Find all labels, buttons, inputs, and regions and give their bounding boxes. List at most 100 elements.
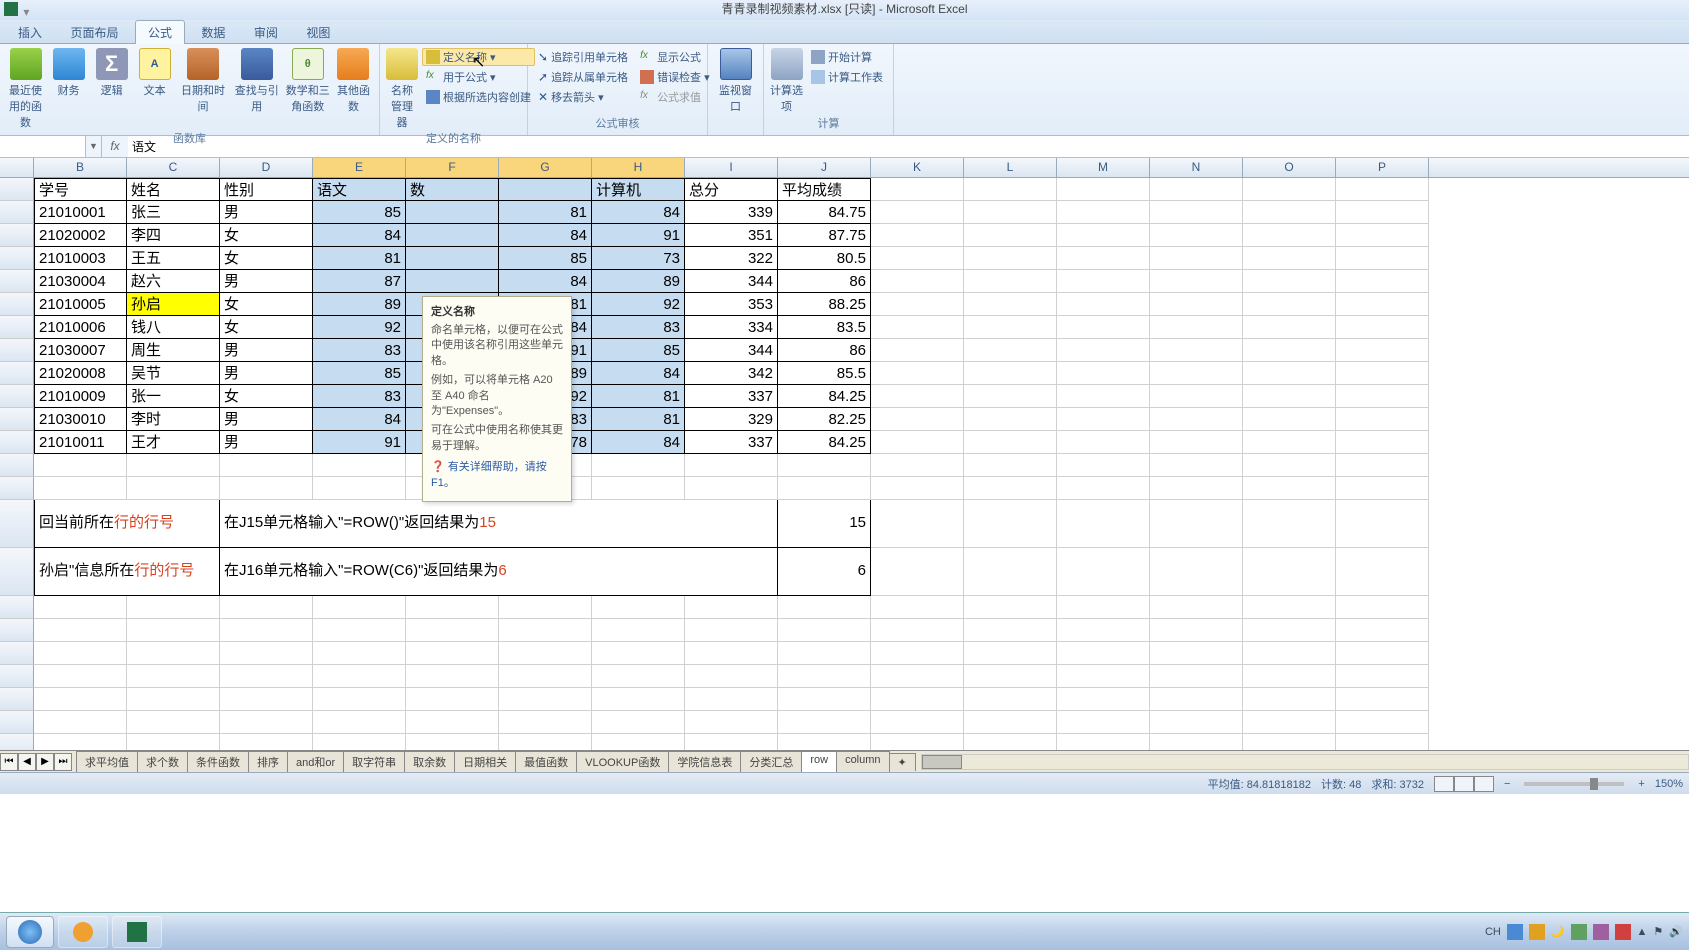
btn-text[interactable]: A文本	[135, 46, 174, 98]
cell[interactable]	[964, 339, 1057, 362]
btn-create-from-selection[interactable]: 根据所选内容创建	[422, 88, 535, 106]
cell-id[interactable]: 21010003	[34, 247, 127, 270]
cell[interactable]	[778, 596, 871, 619]
instr-result[interactable]: 15	[778, 500, 871, 548]
btn-datetime[interactable]: 日期和时间	[178, 46, 228, 114]
cell[interactable]	[1150, 385, 1243, 408]
row-header[interactable]	[0, 548, 34, 596]
row-header[interactable]	[0, 224, 34, 247]
cell[interactable]	[1150, 224, 1243, 247]
cell-h[interactable]: 84	[592, 431, 685, 454]
cell[interactable]	[592, 642, 685, 665]
cell[interactable]	[1057, 642, 1150, 665]
cell[interactable]	[34, 711, 127, 734]
cell[interactable]	[871, 247, 964, 270]
cell[interactable]	[964, 408, 1057, 431]
btn-trace-dependents[interactable]: ➚追踪从属单元格	[534, 68, 632, 86]
cell[interactable]	[1336, 224, 1429, 247]
cell[interactable]	[499, 619, 592, 642]
btn-calculate-now[interactable]: 开始计算	[807, 48, 887, 66]
col-header-H[interactable]: H	[592, 158, 685, 177]
cell-id[interactable]: 21010001	[34, 201, 127, 224]
header-cell[interactable]: 姓名	[127, 178, 220, 201]
cell[interactable]	[592, 477, 685, 500]
btn-show-formulas[interactable]: fx显示公式	[636, 48, 714, 66]
sheet-tab[interactable]: column	[836, 751, 889, 772]
cell[interactable]	[1150, 408, 1243, 431]
cell-name[interactable]: 周生	[127, 339, 220, 362]
cell-sex[interactable]: 男	[220, 201, 313, 224]
cell-id[interactable]: 21020008	[34, 362, 127, 385]
row-header[interactable]	[0, 408, 34, 431]
cell[interactable]	[1336, 619, 1429, 642]
cell-name[interactable]: 张一	[127, 385, 220, 408]
cell-i[interactable]: 353	[685, 293, 778, 316]
cell[interactable]	[1243, 711, 1336, 734]
cell-i[interactable]: 351	[685, 224, 778, 247]
cell[interactable]	[871, 734, 964, 750]
cell[interactable]	[1243, 293, 1336, 316]
row-header[interactable]	[0, 431, 34, 454]
cell[interactable]	[220, 477, 313, 500]
cell[interactable]	[871, 711, 964, 734]
cell-sex[interactable]: 女	[220, 385, 313, 408]
cell-i[interactable]: 334	[685, 316, 778, 339]
tab-data[interactable]: 数据	[189, 21, 237, 44]
sheet-tab[interactable]: 最值函数	[515, 751, 577, 772]
cell[interactable]	[871, 178, 964, 201]
cell-name[interactable]: 王五	[127, 247, 220, 270]
btn-remove-arrows[interactable]: ✕移去箭头 ▾	[534, 88, 632, 106]
view-normal[interactable]	[1434, 776, 1454, 792]
sheet-tab[interactable]: VLOOKUP函数	[576, 751, 669, 772]
cell[interactable]	[1057, 224, 1150, 247]
sheet-tab[interactable]: 条件函数	[187, 751, 249, 772]
cell-id[interactable]: 21030007	[34, 339, 127, 362]
cell[interactable]	[964, 688, 1057, 711]
cell[interactable]	[964, 431, 1057, 454]
cell[interactable]	[1057, 596, 1150, 619]
cell[interactable]	[406, 596, 499, 619]
header-cell[interactable]: 性别	[220, 178, 313, 201]
cell[interactable]	[871, 596, 964, 619]
cell[interactable]	[1057, 711, 1150, 734]
cell[interactable]	[592, 619, 685, 642]
cell-e[interactable]: 81	[313, 247, 406, 270]
cell[interactable]	[1150, 293, 1243, 316]
cell[interactable]	[871, 339, 964, 362]
cell[interactable]	[220, 642, 313, 665]
cell[interactable]	[871, 201, 964, 224]
cell[interactable]	[1243, 642, 1336, 665]
cell[interactable]	[127, 711, 220, 734]
cell-name[interactable]: 张三	[127, 201, 220, 224]
cell[interactable]	[1336, 247, 1429, 270]
cell-h[interactable]: 84	[592, 201, 685, 224]
tray-icon[interactable]	[1507, 924, 1523, 940]
cell[interactable]	[1057, 408, 1150, 431]
cell[interactable]	[34, 734, 127, 750]
cell[interactable]	[964, 711, 1057, 734]
cell-g[interactable]: 81	[499, 201, 592, 224]
sheet-nav-last[interactable]: ⏭	[54, 753, 72, 771]
cell[interactable]	[1336, 688, 1429, 711]
cell[interactable]	[964, 642, 1057, 665]
tray-icon[interactable]	[1593, 924, 1609, 940]
cell[interactable]	[592, 711, 685, 734]
tab-review[interactable]: 审阅	[242, 21, 290, 44]
cell[interactable]	[1150, 596, 1243, 619]
cell[interactable]	[1336, 477, 1429, 500]
cell[interactable]	[313, 619, 406, 642]
cell-name[interactable]: 钱八	[127, 316, 220, 339]
cell-e[interactable]: 83	[313, 385, 406, 408]
cell[interactable]	[127, 665, 220, 688]
col-header-C[interactable]: C	[127, 158, 220, 177]
cell[interactable]	[406, 711, 499, 734]
row-header[interactable]	[0, 247, 34, 270]
btn-math[interactable]: θ数学和三角函数	[286, 46, 330, 114]
cell[interactable]	[964, 224, 1057, 247]
cell[interactable]	[127, 642, 220, 665]
tray-moon-icon[interactable]: 🌙	[1551, 925, 1565, 938]
cell-sex[interactable]: 女	[220, 247, 313, 270]
col-header-K[interactable]: K	[871, 158, 964, 177]
btn-logical[interactable]: Σ逻辑	[92, 46, 131, 98]
row-header[interactable]	[0, 178, 34, 201]
